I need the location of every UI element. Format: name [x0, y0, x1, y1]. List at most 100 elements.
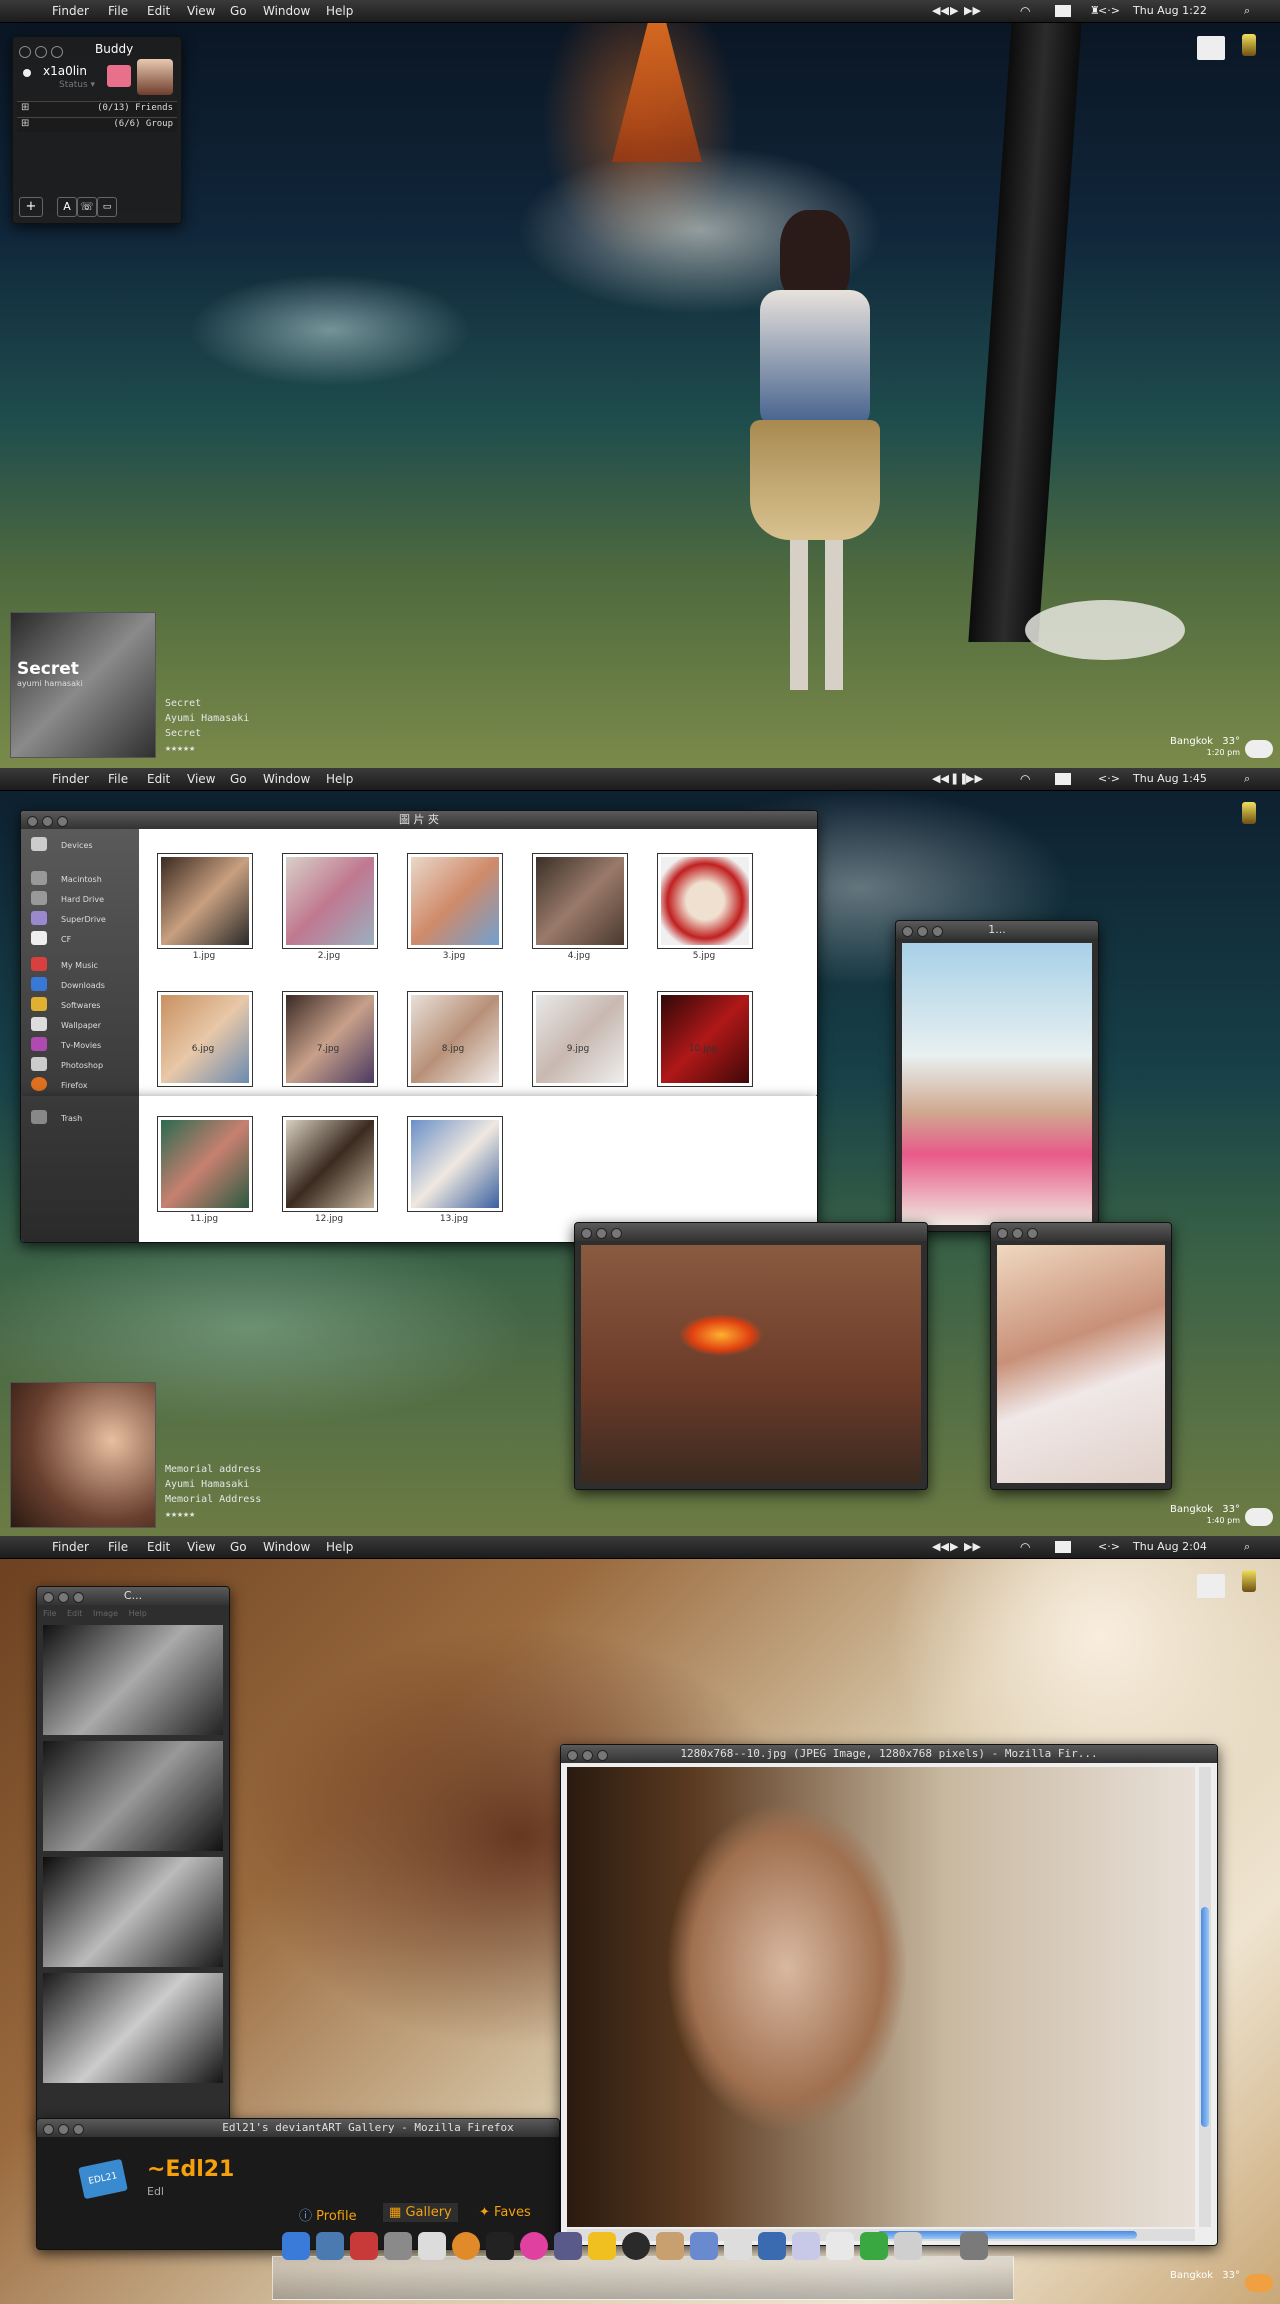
sidebar-superdrive[interactable]: SuperDrive	[61, 915, 106, 924]
zoom-button[interactable]	[932, 926, 943, 937]
star-icon[interactable]	[588, 2232, 616, 2260]
camera-icon[interactable]	[622, 2232, 650, 2260]
notes-icon[interactable]	[724, 2232, 752, 2260]
app-icon[interactable]	[554, 2232, 582, 2260]
document-icon[interactable]	[1197, 36, 1225, 60]
screenshot-thumbnail[interactable]	[43, 1973, 223, 2083]
spotlight-icon[interactable]: ⌕	[1244, 772, 1250, 786]
media-prev-icon[interactable]: ◀◀	[932, 1540, 949, 1553]
minimize-button[interactable]	[1012, 1228, 1023, 1239]
menu-file[interactable]: File	[108, 772, 128, 786]
file-thumbnail[interactable]	[157, 991, 253, 1087]
folder-icon[interactable]	[894, 2232, 922, 2260]
vertical-scrollbar[interactable]	[1199, 1767, 1211, 2227]
album-art[interactable]	[10, 1382, 156, 1528]
file-thumbnail[interactable]	[532, 853, 628, 949]
menu-help[interactable]: Help	[129, 1609, 147, 1618]
sidebar-macintosh[interactable]: Macintosh	[61, 875, 102, 884]
close-button[interactable]	[19, 46, 31, 58]
lamp-icon[interactable]	[1242, 802, 1256, 824]
screenshot-thumbnail[interactable]	[43, 1857, 223, 1967]
trash-icon[interactable]	[960, 2232, 988, 2260]
spotlight-icon[interactable]: ⌕	[1244, 4, 1250, 18]
minimize-button[interactable]	[58, 1592, 69, 1603]
media-play-icon[interactable]: ▶	[950, 1540, 958, 1553]
clock[interactable]: Thu Aug 1:22	[1133, 4, 1207, 17]
friends-row[interactable]: ⊞ (0/13) Friends	[17, 101, 177, 116]
phone-icon[interactable]: ☏	[77, 197, 97, 217]
firefox-icon[interactable]	[452, 2232, 480, 2260]
sidebar-hard-drive[interactable]: Hard Drive	[61, 895, 104, 904]
zoom-button[interactable]	[597, 1750, 608, 1761]
zoom-button[interactable]	[73, 2124, 84, 2135]
menu-go[interactable]: Go	[230, 1540, 247, 1554]
minimize-button[interactable]	[596, 1228, 607, 1239]
sidebar-downloads[interactable]: Downloads	[61, 981, 105, 990]
menu-view[interactable]: View	[187, 1540, 215, 1554]
menu-view[interactable]: View	[187, 772, 215, 786]
chat-icon[interactable]	[520, 2232, 548, 2260]
video-icon[interactable]: ▭	[97, 197, 117, 217]
menu-file[interactable]: File	[108, 4, 128, 18]
close-button[interactable]	[567, 1750, 578, 1761]
clock[interactable]: Thu Aug 2:04	[1133, 1540, 1207, 1553]
menu-help[interactable]: Help	[326, 772, 353, 786]
media-prev-icon[interactable]: ◀◀	[932, 4, 949, 17]
file-thumbnail[interactable]	[407, 1116, 503, 1212]
add-buddy-button[interactable]: +	[19, 197, 43, 217]
menu-finder[interactable]: Finder	[52, 772, 89, 786]
calendar-icon[interactable]	[350, 2232, 378, 2260]
file-thumbnail[interactable]	[407, 991, 503, 1087]
wifi-icon[interactable]: ◠	[1020, 4, 1030, 18]
mail-icon[interactable]	[107, 65, 131, 87]
screenshot-thumbnail[interactable]	[43, 1625, 223, 1735]
file-thumbnail[interactable]	[282, 853, 378, 949]
menu-edit[interactable]: Edit	[147, 772, 170, 786]
tab-gallery[interactable]: ▦ Gallery	[383, 2203, 458, 2222]
menu-help[interactable]: Help	[326, 1540, 353, 1554]
menu-window[interactable]: Window	[263, 772, 310, 786]
sidebar-devices[interactable]: Devices	[61, 841, 93, 850]
wifi-icon[interactable]: ◠	[1020, 1540, 1030, 1554]
close-button[interactable]	[581, 1228, 592, 1239]
photo-icon[interactable]	[656, 2232, 684, 2260]
sidebar-photoshop[interactable]: Photoshop	[61, 1061, 103, 1070]
weather-widget[interactable]: Bangkok 33° 1:20 pm	[1170, 736, 1240, 758]
menu-window[interactable]: Window	[263, 4, 310, 18]
menu-window[interactable]: Window	[263, 1540, 310, 1554]
tree-icon[interactable]	[860, 2232, 888, 2260]
sidebar-softwares[interactable]: Softwares	[61, 1001, 100, 1010]
minimize-button[interactable]	[917, 926, 928, 937]
screenshot-thumbnail[interactable]	[43, 1741, 223, 1851]
file-thumbnail[interactable]	[282, 991, 378, 1087]
arrows-icon[interactable]: <·>	[1098, 772, 1120, 785]
clock[interactable]: Thu Aug 1:45	[1133, 772, 1207, 785]
display-icon[interactable]	[1055, 773, 1071, 785]
song-rating[interactable]: ★★★★★	[165, 1507, 261, 1522]
media-next-icon[interactable]: ▶▶	[964, 1540, 981, 1553]
adium-icon[interactable]	[486, 2232, 514, 2260]
zoom-button[interactable]	[611, 1228, 622, 1239]
sidebar-my-music[interactable]: My Music	[61, 961, 98, 970]
menu-go[interactable]: Go	[230, 4, 247, 18]
media-prev-icon[interactable]: ◀◀	[932, 772, 949, 785]
file-thumbnail[interactable]	[532, 991, 628, 1087]
scroll-thumb[interactable]	[1201, 1907, 1209, 2127]
status-selector[interactable]: Status ▾	[59, 80, 95, 90]
app-icon[interactable]	[826, 2232, 854, 2260]
close-button[interactable]	[902, 926, 913, 937]
sidebar-wallpaper[interactable]: Wallpaper	[61, 1021, 101, 1030]
weather-widget[interactable]: Bangkok 33°	[1170, 2270, 1240, 2281]
menu-view[interactable]: View	[187, 4, 215, 18]
minimize-button[interactable]	[58, 2124, 69, 2135]
sidebar-tv-movies[interactable]: Tv-Movies	[61, 1041, 101, 1050]
document-icon[interactable]	[418, 2232, 446, 2260]
spotlight-icon[interactable]: ⌕	[1244, 1540, 1250, 1554]
document-icon[interactable]	[1197, 1574, 1225, 1598]
menu-image[interactable]: Image	[93, 1609, 118, 1618]
file-thumbnail[interactable]	[657, 991, 753, 1087]
sidebar-cf[interactable]: CF	[61, 935, 71, 944]
arrows-icon[interactable]: <·>	[1098, 1540, 1120, 1553]
wifi-icon[interactable]: ◠	[1020, 772, 1030, 786]
weather-widget[interactable]: Bangkok 33° 1:40 pm	[1170, 1504, 1240, 1526]
